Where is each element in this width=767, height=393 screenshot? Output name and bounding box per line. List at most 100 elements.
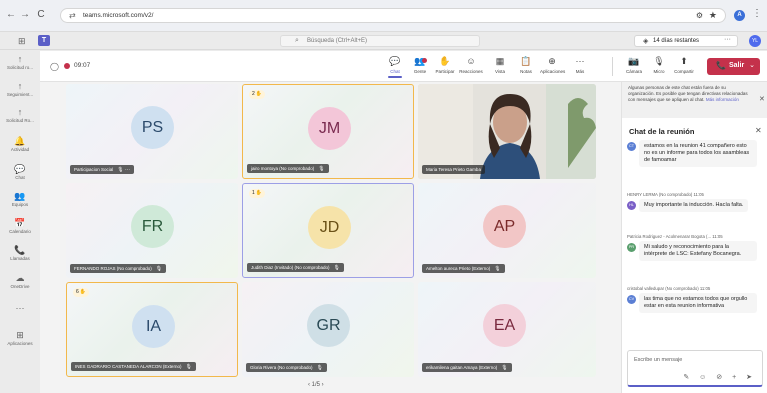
chat-icon: 💬 <box>389 56 401 66</box>
toolbar-people-button[interactable]: 👥 Gente <box>408 54 432 75</box>
composer-tools-icons[interactable]: ✎ ☺ ⊘ + ➤ <box>683 373 756 381</box>
app-launcher-icon[interactable]: ⊞ <box>18 36 26 47</box>
participant-tile[interactable]: JM 2✋ jairo montoya (No comprobado) 🎙 <box>242 84 414 179</box>
rail-item[interactable]: 📞 Llamadas <box>0 245 40 262</box>
sender-avatar: CV <box>627 295 636 304</box>
toolbar-share-label: Compartir <box>674 69 694 74</box>
participant-name: FERNANDO ROJAS (No comprobado) 🎙 <box>70 264 167 273</box>
participant-tile[interactable]: JD 1✋ Judith Diaz (Invitado) (No comprobad… <box>242 183 414 278</box>
message-composer[interactable]: Escribe un mensaje ✎ ☺ ⊘ + ➤ <box>627 350 763 387</box>
more-options-icon[interactable]: ··· <box>724 36 731 43</box>
toolbar-apps-button[interactable]: ⊕ Aplicaciones <box>540 54 566 75</box>
gallery-pager[interactable]: ‹ 1/5 › <box>308 382 324 388</box>
rail-item[interactable]: 🔔 Actividad <box>0 136 40 153</box>
raised-hand-icon: ✋ <box>255 190 263 196</box>
toolbar-view-button[interactable]: ▦ Vista <box>488 54 512 75</box>
rail-item-icon: ⊞ <box>16 330 24 340</box>
rail-item-label: Seguimient... <box>6 92 34 97</box>
rail-item-label: OneDrive <box>10 284 30 289</box>
rail-item[interactable]: ↑ Solicitud Ro... <box>0 107 40 124</box>
participant-name-text: Maria Teresa Prieto Gamba <box>426 167 481 172</box>
leave-button[interactable]: 📞 Salir ⌄ <box>707 58 760 75</box>
participant-tile[interactable]: EA erikamilena gaitan Amaya (Externo) 🎙 <box>418 282 596 377</box>
participant-name-text: Judith Diaz (Invitado) (No comprobado) <box>251 265 330 270</box>
chat-message[interactable]: HENRY LERMA (No comprobado) 11:05 HL Muy i… <box>627 192 763 212</box>
rail-item[interactable]: ↑ Solicitud ro... <box>0 54 40 71</box>
raised-hand-order: 1 <box>252 190 255 196</box>
people-icon: 👥 <box>414 56 426 66</box>
toolbar-react-button[interactable]: ☺ Reacciones <box>459 54 483 75</box>
raise-icon: ✋ <box>439 56 451 66</box>
toolbar-people-label: Gente <box>413 69 427 74</box>
more-icon: ··· <box>575 56 585 66</box>
back-icon[interactable]: ← <box>6 9 16 20</box>
sender-avatar: CT <box>627 142 636 151</box>
rail-item-icon: ··· <box>15 303 25 313</box>
close-banner-icon[interactable]: ✕ <box>759 95 765 103</box>
message-row: CV las tima que no estamos todos que orgu… <box>627 293 763 313</box>
participant-tile[interactable]: Maria Teresa Prieto Gamba <box>418 84 596 179</box>
participant-tile[interactable]: PS Participacion Social 🎙 ··· <box>66 84 238 179</box>
toolbar-camera-button[interactable]: 📷 Cámara <box>622 54 646 75</box>
rail-item-label: Llamadas <box>10 256 30 261</box>
toolbar-chat-button[interactable]: 💬 Chat <box>383 54 407 78</box>
close-chat-icon[interactable]: ✕ <box>755 126 762 135</box>
participant-name-text: Amelton aureca Prieto (Externo) <box>426 266 491 271</box>
participant-avatar: FR <box>131 205 174 248</box>
toolbar-raise-button[interactable]: ✋ Participar <box>433 54 457 75</box>
trial-days-button[interactable]: ◈ 14 días restantes ··· <box>634 35 738 47</box>
rail-item[interactable]: ⊞ Aplicaciones <box>0 330 40 347</box>
extension-icon[interactable]: ⚙ <box>696 11 703 20</box>
rail-item[interactable]: ☁ OneDrive <box>0 273 40 290</box>
address-bar[interactable]: ⇄ teams.microsoft.com/v2/ ⚙ ★ <box>60 8 726 23</box>
user-avatar[interactable]: YL <box>749 35 761 47</box>
external-users-banner: Algunas personas de este chat están fuer… <box>622 82 767 118</box>
rail-item-label: Solicitud Ro... <box>6 118 34 123</box>
rail-item[interactable]: 📅 Calendario <box>0 218 40 235</box>
chat-message[interactable]: CT estamos en la reunion 41 compañero est… <box>627 140 763 167</box>
chevron-down-icon[interactable]: ⌄ <box>749 61 755 69</box>
rail-item-label: Solicitud ro... <box>6 65 33 70</box>
toolbar-more-button[interactable]: ··· Más <box>568 54 592 75</box>
participant-tile[interactable]: FR FERNANDO ROJAS (No comprobado) 🎙 <box>66 183 238 278</box>
rail-item[interactable]: ··· <box>0 303 40 314</box>
toolbar-share-button[interactable]: ⬆ Compartir <box>672 54 696 75</box>
recording-indicator <box>64 63 70 69</box>
toolbar-divider <box>612 57 613 76</box>
chat-message[interactable]: Patricia Rodriguez - Acolmenarar Bogota … <box>627 234 763 261</box>
banner-learn-more-link[interactable]: Más información <box>706 97 739 102</box>
toolbar-notes-button[interactable]: 📋 Notas <box>514 54 538 75</box>
reload-icon[interactable]: C <box>36 9 46 20</box>
browser-menu-icon[interactable]: ⋮ <box>752 8 762 19</box>
participant-tile[interactable]: GR Gloria Rivera (No comprobado) 🎙 <box>242 282 414 377</box>
message-row: PR Mi saludo y reconocimiento para la int… <box>627 241 763 261</box>
forward-icon[interactable]: → <box>20 9 30 20</box>
shield-icon[interactable]: ◯ <box>50 62 59 71</box>
participant-tile[interactable]: IA 6✋ INES GADRARIO CASTANEDA ALARCON (Ext… <box>66 282 238 377</box>
participant-tile[interactable]: AP Amelton aureca Prieto (Externo) 🎙 <box>418 183 596 278</box>
sender-avatar: HL <box>627 201 636 210</box>
rail-item[interactable]: 👥 Equipos <box>0 191 40 208</box>
teams-header: ⊞ T ⌕ Búsqueda (Ctrl+Alt+E) ◈ 14 días re… <box>0 32 767 50</box>
message-row: HL Muy importante la inducción. Hacía fal… <box>627 199 763 212</box>
toolbar-react-label: Reacciones <box>459 69 483 74</box>
rail-item-label: Calendario <box>9 229 31 234</box>
meeting-toolbar: ◯ 09:07 📞 Salir ⌄ 💬 Chat 👥 Gente ✋ Participar… <box>40 51 767 82</box>
app-rail: ↑ Solicitud ro... ↑ Seguimient... ↑ Solicitud… <box>0 51 40 393</box>
search-input[interactable]: ⌕ Búsqueda (Ctrl+Alt+E) <box>280 35 480 47</box>
chat-message[interactable]: cristobal valledupar (No comprobado) 11:… <box>627 286 763 313</box>
toolbar-apps-label: Aplicaciones <box>540 69 566 74</box>
react-icon: ☺ <box>466 56 476 66</box>
mic-icon: 🎙 <box>494 266 501 272</box>
browser-profile-avatar[interactable]: A <box>734 10 745 21</box>
rail-item-icon: ↑ <box>17 54 23 64</box>
bookmark-star-icon[interactable]: ★ <box>709 10 717 21</box>
rail-item[interactable]: ↑ Seguimient... <box>0 81 40 98</box>
site-info-icon[interactable]: ⇄ <box>69 11 76 20</box>
rail-item[interactable]: 💬 Chat <box>0 164 40 181</box>
rail-item-icon: ↑ <box>17 107 23 117</box>
leave-label: Salir <box>729 62 745 69</box>
toolbar-mic-button[interactable]: 🎙 Micro <box>647 54 671 75</box>
mic-icon: 🎙 <box>333 265 340 271</box>
toolbar-notes-label: Notas <box>520 69 532 74</box>
